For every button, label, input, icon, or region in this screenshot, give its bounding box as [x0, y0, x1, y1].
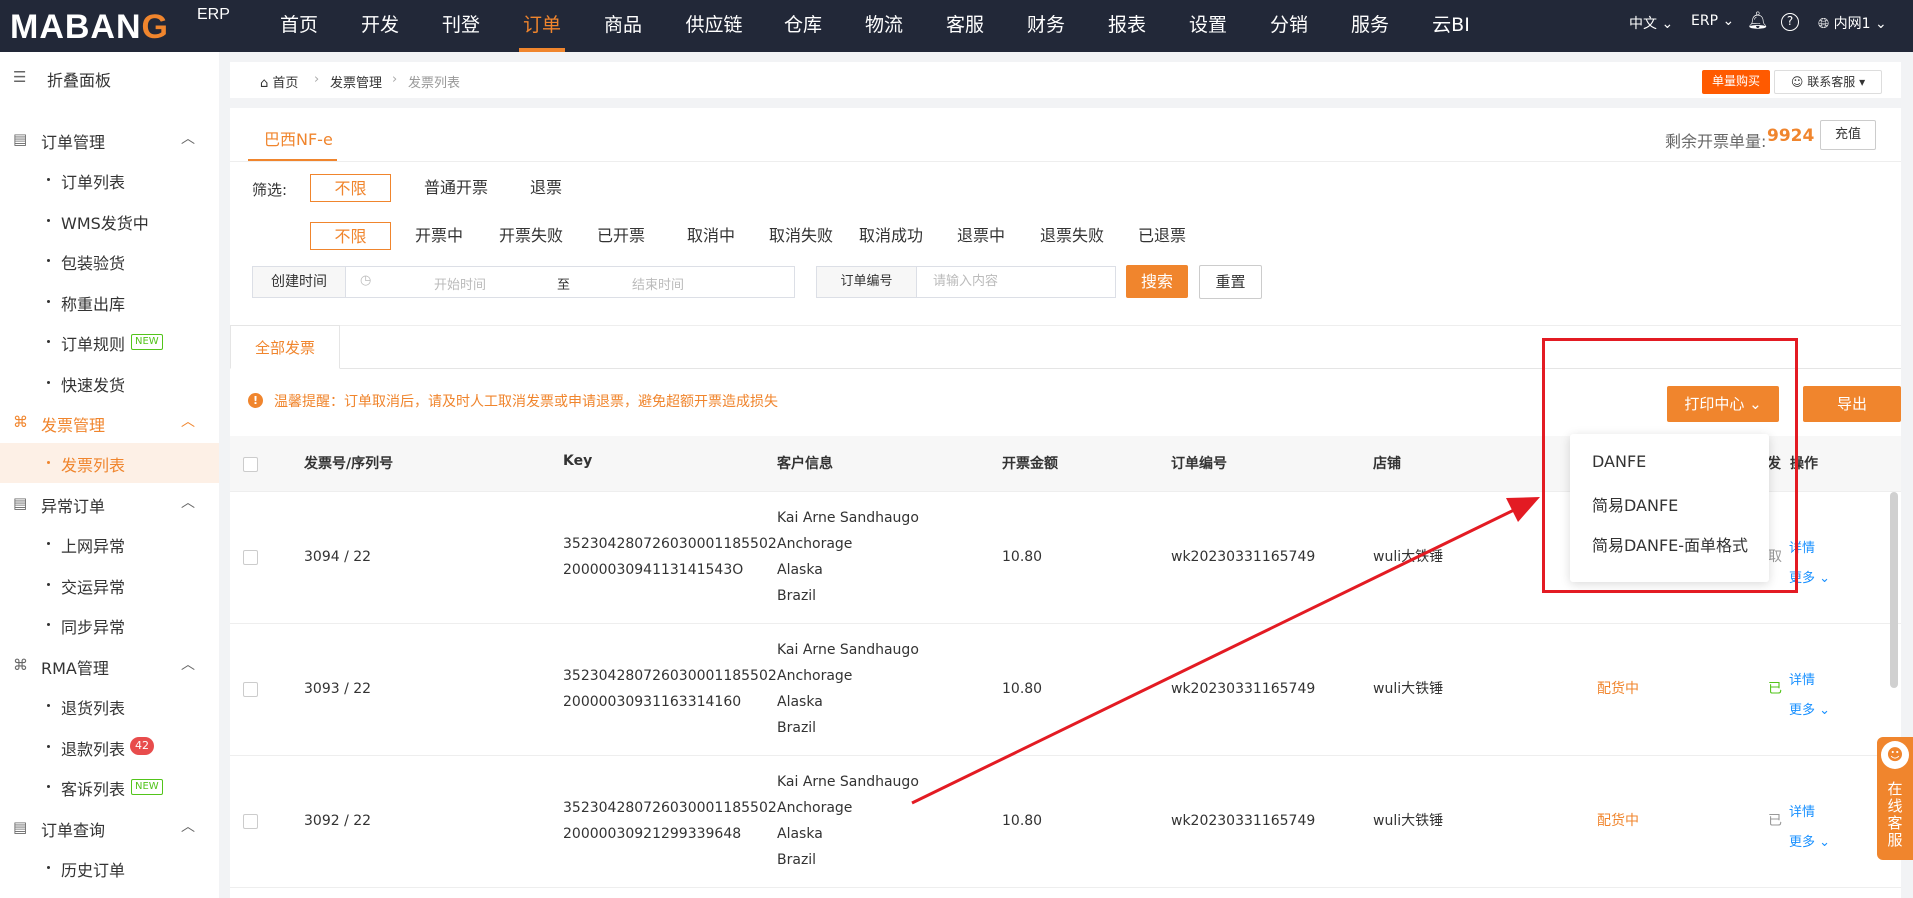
- online-service-widget[interactable]: ☻ 在线客服: [1877, 737, 1913, 860]
- mascot-icon: ☻: [1881, 741, 1909, 769]
- annotation-arrow: [911, 497, 1540, 805]
- online-service-label: 在线客服: [1887, 780, 1903, 849]
